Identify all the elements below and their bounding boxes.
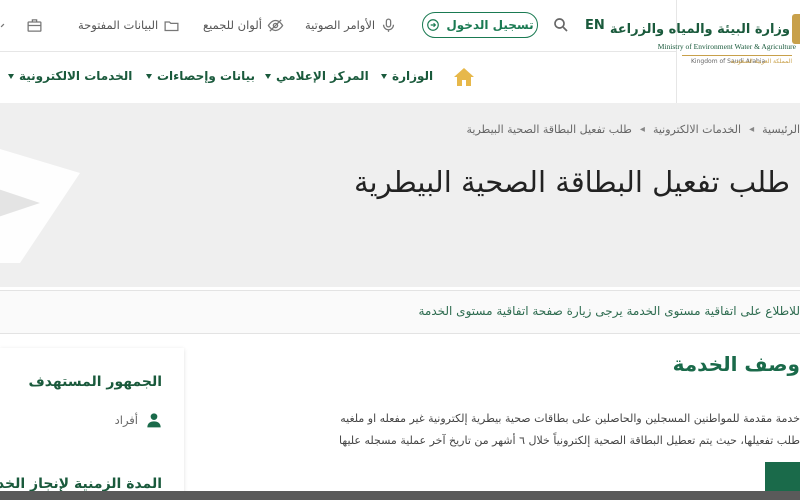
- logo-ksa-arabic: المملكة العربية السعودية: [730, 58, 792, 65]
- logo-divider: [682, 55, 792, 56]
- service-description-text: خدمة مقدمة للمواطنين المسجلين والحاصلين …: [339, 412, 800, 447]
- breadcrumb: الرئيسية ◂ الخدمات الالكترونية ◂ طلب تفع…: [467, 123, 800, 136]
- nav-item-label: المركز الإعلامي: [276, 69, 369, 83]
- page-banner: الرئيسية ◂ الخدمات الالكترونية ◂ طلب تفع…: [0, 103, 800, 287]
- nav-item-label: الوزارة: [392, 69, 434, 83]
- sla-notice: للاطلاع على اتفاقية مستوى الخدمة يرجى زي…: [0, 290, 800, 334]
- colors-for-all-button[interactable]: ألوان للجميع: [203, 15, 284, 35]
- open-data-button[interactable]: البيانات المفتوحة: [78, 15, 180, 35]
- search-icon[interactable]: [552, 16, 570, 34]
- sla-notice-link[interactable]: للاطلاع على اتفاقية مستوى الخدمة يرجى زي…: [418, 304, 800, 318]
- link-icon: [0, 23, 5, 29]
- extra-tool-button[interactable]: [0, 15, 11, 35]
- login-label: تسجيل الدخول: [446, 18, 534, 32]
- completion-time-heading: المدة الزمنية لإنجاز الخدمة: [0, 476, 162, 492]
- breadcrumb-home[interactable]: الرئيسية: [762, 123, 800, 136]
- logo-english-name: Ministry of Environment Water & Agricult…: [657, 42, 796, 51]
- briefcase-icon: [27, 18, 42, 32]
- caret-down-icon: [8, 73, 14, 79]
- bottom-bar: [0, 491, 800, 500]
- home-icon[interactable]: [452, 66, 476, 88]
- microphone-icon: [383, 17, 395, 32]
- target-audience-value: أفراد: [114, 413, 138, 427]
- login-button[interactable]: تسجيل الدخول: [422, 12, 538, 38]
- language-switch[interactable]: EN: [585, 18, 605, 33]
- folder-icon: [164, 20, 179, 31]
- page-title: طلب تفعيل البطاقة الصحية البيطرية: [353, 165, 790, 199]
- breadcrumb-current: طلب تفعيل البطاقة الصحية البيطرية: [466, 123, 632, 136]
- ministry-logo[interactable]: وزارة البيئة والمياه والزراعة Ministry o…: [610, 0, 800, 103]
- briefcase-button[interactable]: [26, 15, 43, 35]
- sign-in-icon: [427, 19, 440, 31]
- target-audience-heading: الجمهور المستهدف: [28, 374, 162, 390]
- nav-item-label: الخدمات الالكترونية: [19, 69, 133, 83]
- eye-slash-icon: [267, 18, 284, 32]
- service-description-heading: وصف الخدمة: [672, 352, 800, 376]
- colors-for-all-label: ألوان للجميع: [203, 18, 262, 32]
- nav-item-label: بيانات وإحصاءات: [157, 69, 256, 83]
- nav-item-data-statistics[interactable]: بيانات وإحصاءات: [146, 69, 255, 83]
- breadcrumb-separator: ◂: [749, 124, 755, 135]
- nav-item-media-center[interactable]: المركز الإعلامي: [265, 69, 369, 83]
- logo-arabic-name: وزارة البيئة والمياه والزراعة: [609, 22, 790, 37]
- breadcrumb-separator: ◂: [639, 124, 645, 135]
- service-info-card: الجمهور المستهدف أفراد المدة الزمنية لإن…: [0, 348, 184, 500]
- main-nav: الوزارة المركز الإعلامي بيانات وإحصاءات …: [0, 52, 676, 103]
- decorative-leaf-shape: [0, 149, 80, 263]
- nav-item-ministry[interactable]: الوزارة: [381, 69, 433, 83]
- target-audience-item: أفراد: [115, 412, 162, 428]
- caret-down-icon: [265, 73, 271, 79]
- caret-down-icon: [146, 73, 152, 79]
- user-icon: [147, 413, 161, 428]
- breadcrumb-e-services[interactable]: الخدمات الالكترونية: [653, 123, 741, 136]
- voice-commands-label: الأوامر الصوتية: [305, 18, 376, 32]
- logo-emblem: [792, 14, 800, 44]
- open-data-label: البيانات المفتوحة: [78, 18, 159, 32]
- caret-down-icon: [381, 73, 387, 79]
- nav-item-e-services[interactable]: الخدمات الالكترونية: [8, 69, 132, 83]
- voice-commands-button[interactable]: الأوامر الصوتية: [305, 15, 397, 35]
